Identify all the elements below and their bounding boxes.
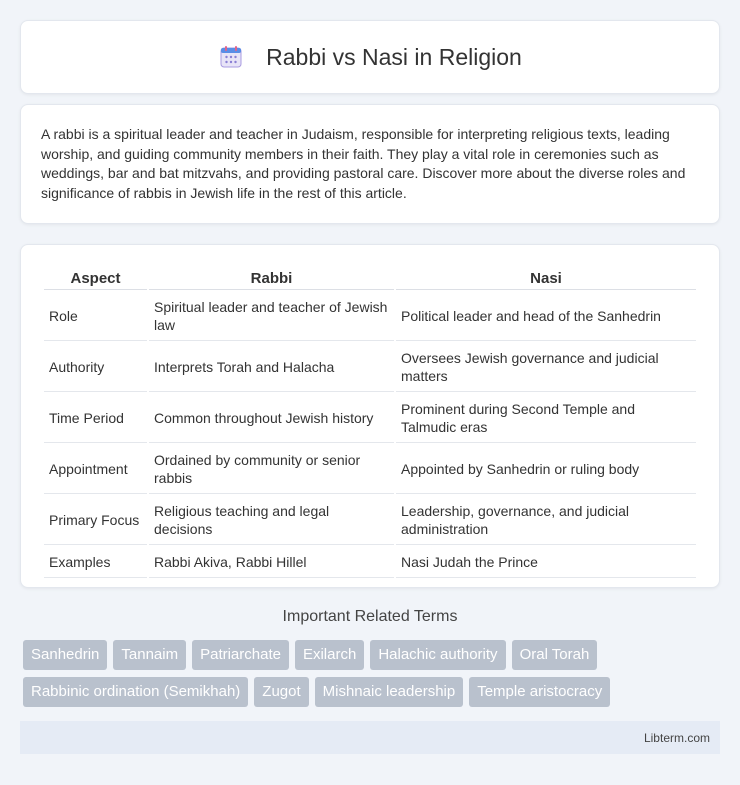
table-row: Primary Focus Religious teaching and leg… xyxy=(44,496,696,545)
intro-text: A rabbi is a spiritual leader and teache… xyxy=(41,126,686,201)
table-row: Time Period Common throughout Jewish his… xyxy=(44,394,696,443)
table-cell: Authority xyxy=(44,343,147,392)
header-card: Rabbi vs Nasi in Religion xyxy=(20,20,720,94)
table-cell: Spiritual leader and teacher of Jewish l… xyxy=(149,292,394,341)
footer: Libterm.com xyxy=(20,721,720,754)
table-cell: Religious teaching and legal decisions xyxy=(149,496,394,545)
page-title: Rabbi vs Nasi in Religion xyxy=(266,43,522,70)
related-term-tag[interactable]: Temple aristocracy xyxy=(469,677,611,707)
intro-card: A rabbi is a spiritual leader and teache… xyxy=(20,104,720,224)
related-term-tag[interactable]: Tannaim xyxy=(113,640,187,670)
table-cell: Common throughout Jewish history xyxy=(149,394,394,443)
related-term-tag[interactable]: Halachic authority xyxy=(370,640,506,670)
related-term-tag[interactable]: Mishnaic leadership xyxy=(314,677,464,707)
table-row: Role Spiritual leader and teacher of Jew… xyxy=(44,292,696,341)
header-rabbi: Rabbi xyxy=(149,267,394,290)
table-cell: Interprets Torah and Halacha xyxy=(149,343,394,392)
table-row: Examples Rabbi Akiva, Rabbi Hillel Nasi … xyxy=(44,547,696,578)
table-cell: Prominent during Second Temple and Talmu… xyxy=(396,394,696,443)
related-term-tag[interactable]: Sanhedrin xyxy=(23,640,108,670)
table-cell: Appointment xyxy=(44,445,147,494)
related-term-tag[interactable]: Exilarch xyxy=(294,640,365,670)
comparison-table-card: Aspect Rabbi Nasi Role Spiritual leader … xyxy=(20,244,720,588)
header-aspect: Aspect xyxy=(44,267,147,290)
table-cell: Examples xyxy=(44,547,147,578)
table-cell: Rabbi Akiva, Rabbi Hillel xyxy=(149,547,394,578)
footer-site-link[interactable]: Libterm.com xyxy=(644,731,710,745)
related-terms-title: Important Related Terms xyxy=(282,608,458,625)
table-cell: Political leader and head of the Sanhedr… xyxy=(396,292,696,341)
header-nasi: Nasi xyxy=(396,267,696,290)
related-term-tag[interactable]: Patriarchate xyxy=(192,640,289,670)
table-cell: Nasi Judah the Prince xyxy=(396,547,696,578)
table-header-row: Aspect Rabbi Nasi xyxy=(44,267,696,290)
related-term-tag[interactable]: Oral Torah xyxy=(511,640,598,670)
table-cell: Leadership, governance, and judicial adm… xyxy=(396,496,696,545)
related-term-tag[interactable]: Zugot xyxy=(254,677,309,707)
table-cell: Ordained by community or senior rabbis xyxy=(149,445,394,494)
related-terms-list: Sanhedrin Tannaim Patriarchate Exilarch … xyxy=(23,640,723,714)
table-row: Appointment Ordained by community or sen… xyxy=(44,445,696,494)
table-cell: Role xyxy=(44,292,147,341)
table-cell: Oversees Jewish governance and judicial … xyxy=(396,343,696,392)
table-cell: Primary Focus xyxy=(44,496,147,545)
calendar-icon xyxy=(220,46,242,68)
related-term-tag[interactable]: Rabbinic ordination (Semikhah) xyxy=(23,677,249,707)
table-cell: Appointed by Sanhedrin or ruling body xyxy=(396,445,696,494)
table-row: Authority Interprets Torah and Halacha O… xyxy=(44,343,696,392)
table-cell: Time Period xyxy=(44,394,147,443)
comparison-table: Aspect Rabbi Nasi Role Spiritual leader … xyxy=(42,265,698,580)
